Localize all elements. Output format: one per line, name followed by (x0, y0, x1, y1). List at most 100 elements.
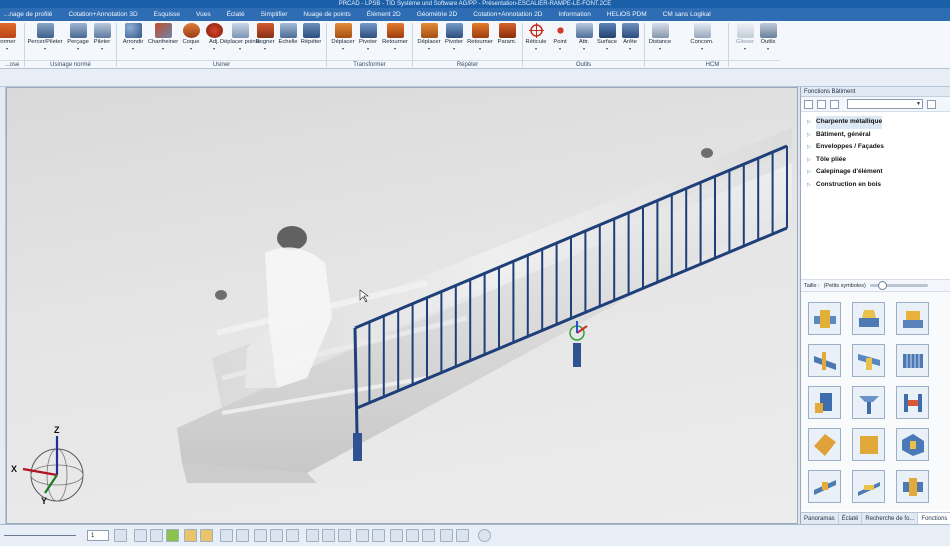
repeat-mirror-icon (471, 23, 489, 38)
refresh-icon[interactable] (478, 529, 491, 542)
polyline-icon[interactable] (356, 529, 369, 542)
gallery-tile[interactable] (896, 428, 929, 461)
ribbon-tab[interactable]: Information (550, 8, 599, 21)
tool-repeter[interactable]: Répéter (296, 23, 326, 46)
slider-knob[interactable] (877, 281, 887, 290)
tree-item-calepinage[interactable]: ▷ Calepinage d'élément (801, 166, 950, 179)
tool-pileter[interactable]: Pileter ▾ (87, 23, 117, 51)
tool-retourner[interactable]: Retourner ▾ (380, 23, 410, 51)
tab-eclate[interactable]: Éclaté (839, 513, 863, 524)
gallery-tile[interactable] (852, 428, 885, 461)
frame-bracing-icon (903, 393, 922, 412)
tab-fonctions[interactable]: Fonctions (918, 513, 950, 524)
color-icon[interactable] (166, 529, 179, 542)
ribbon-tab[interactable]: Nuage de points (295, 8, 358, 21)
arrow-icon[interactable] (306, 529, 319, 542)
tool-transform[interactable]: former ▾ (0, 23, 22, 51)
ribbon-tab[interactable]: ...nage de profilé (0, 8, 60, 21)
point-icon (551, 23, 569, 38)
line-width-field[interactable]: 1 (87, 530, 109, 541)
point-snap-icon[interactable] (372, 529, 385, 542)
grid-icon[interactable] (184, 529, 197, 542)
3d-viewport[interactable]: Z X Y (6, 87, 798, 524)
expand-icon: ▷ (807, 181, 811, 188)
offset-icon[interactable] (456, 529, 469, 542)
ribbon-tab[interactable]: CM sans Logikal (655, 8, 719, 21)
sort-icon[interactable] (817, 99, 826, 109)
section-icon[interactable] (286, 529, 299, 542)
ribbon-tab[interactable]: Élément 2D (359, 8, 409, 21)
axis-label-y: Y (41, 496, 47, 506)
ribbon-tab[interactable]: Géométrie 2D (409, 8, 465, 21)
pen-icon[interactable] (114, 529, 127, 542)
gallery-tile[interactable] (896, 302, 929, 335)
tab-panoramas[interactable]: Panoramas (801, 513, 839, 524)
tab-recherche[interactable]: Recherche de fo... (862, 513, 919, 524)
ribbon-tab[interactable]: Simplifier (253, 8, 296, 21)
group-label: Usinage normé (25, 60, 116, 69)
tree-item-tole[interactable]: ▷ Tôle pliée (801, 154, 950, 167)
tool-param[interactable]: Param. (492, 23, 522, 46)
layer-icon[interactable] (150, 529, 163, 542)
tool-pivoter[interactable]: Pivoter ▾ (353, 23, 383, 51)
frame-icon[interactable] (200, 529, 213, 542)
axis-triad-icon: Z X Y (11, 425, 84, 506)
view-icon[interactable] (220, 529, 233, 542)
ribbon-tab[interactable]: Esquisse (146, 8, 188, 21)
point-cloud-marker (215, 290, 227, 300)
gallery-tile[interactable] (808, 344, 841, 377)
tree-view-icon[interactable] (804, 99, 813, 109)
tool-percer-pileter[interactable]: Percer/Pileter ▾ (27, 23, 63, 51)
ribbon-tab[interactable]: Cotation+Annotation 3D (60, 8, 145, 21)
curve-icon[interactable] (390, 529, 403, 542)
tool-chanfreiner[interactable]: Chanfreiner ▾ (146, 23, 180, 51)
snap-icon[interactable] (134, 529, 147, 542)
ribbon-tab[interactable]: Vues (188, 8, 219, 21)
tool-arete[interactable]: Arête ▾ (615, 23, 645, 51)
tool-distance[interactable]: Distance ▾ (645, 23, 675, 51)
shell-icon (182, 23, 200, 38)
bore-icon (69, 23, 87, 38)
line-width-preview[interactable] (4, 535, 76, 536)
gallery-tile[interactable] (808, 428, 841, 461)
group-label: Outils (523, 60, 644, 69)
hatch-icon[interactable] (254, 529, 267, 542)
panel-filter-select[interactable]: ▼ (847, 99, 923, 109)
mirror-icon (386, 23, 404, 38)
gallery-tile[interactable] (852, 470, 885, 503)
ribbon-tab[interactable]: Éclaté (219, 8, 253, 21)
sort-ascending-icon[interactable] (927, 99, 936, 109)
gallery-tile[interactable] (896, 470, 929, 503)
spline-icon[interactable] (440, 529, 453, 542)
tool-outils[interactable]: Outils ▾ (753, 23, 783, 51)
circle-icon[interactable] (422, 529, 435, 542)
tool-concom[interactable]: Concom. ▾ (686, 23, 718, 51)
tool-arrondir[interactable]: Arrondir ▾ (118, 23, 148, 51)
gallery-tile[interactable] (808, 386, 841, 419)
arc-icon[interactable] (406, 529, 419, 542)
gallery-tile[interactable] (852, 344, 885, 377)
axis-label-x: X (11, 464, 17, 474)
gallery-tile[interactable] (896, 386, 929, 419)
new-document-icon[interactable] (830, 99, 839, 109)
gallery-tile[interactable] (808, 470, 841, 503)
tree-item-enveloppes[interactable]: ▷ Enveloppes / Façades (801, 141, 950, 154)
pattern-icon[interactable] (270, 529, 283, 542)
drill-icon (36, 23, 54, 38)
line-icon[interactable] (338, 529, 351, 542)
gallery-tile[interactable] (852, 302, 885, 335)
tree-item-batiment[interactable]: ▷ Bâtiment, général (801, 129, 950, 142)
tree-item-bois[interactable]: ▷ Construction en bois (801, 179, 950, 192)
tree-item-charpente[interactable]: ▷ Charpente métallique (801, 116, 950, 129)
gallery-tile[interactable] (808, 302, 841, 335)
group-label: Répéter (413, 60, 522, 69)
ribbon-tab[interactable]: HELiOS PDM (599, 8, 655, 21)
tool-repeat-retourner[interactable]: Retourner ▾ (465, 23, 495, 51)
measure-icon[interactable] (322, 529, 335, 542)
render-icon[interactable] (236, 529, 249, 542)
gallery-tile[interactable] (852, 386, 885, 419)
axis-label-z: Z (54, 425, 60, 435)
icon-size-slider[interactable] (869, 281, 928, 290)
gallery-tile[interactable] (896, 344, 929, 377)
ribbon-tab[interactable]: Cotation+Annotation 2D (465, 8, 550, 21)
